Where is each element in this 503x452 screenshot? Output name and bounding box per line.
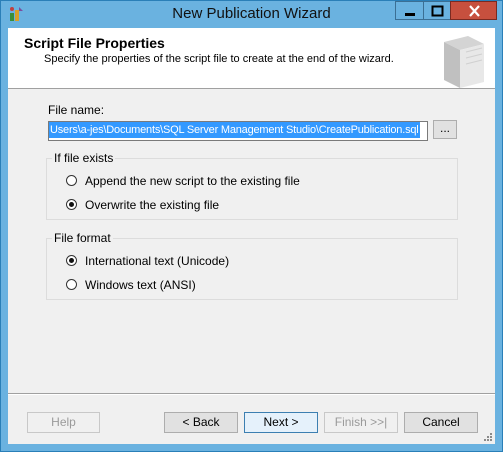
minimize-icon	[405, 13, 415, 16]
finish-button[interactable]: Finish >>|	[324, 412, 398, 433]
page-subtitle: Specify the properties of the script fil…	[44, 53, 394, 65]
back-button[interactable]: < Back	[164, 412, 238, 433]
ansi-radio-label[interactable]: Windows text (ANSI)	[85, 278, 196, 292]
cancel-button[interactable]: Cancel	[404, 412, 478, 433]
resize-grip-icon[interactable]	[483, 432, 493, 442]
wizard-window: New Publication Wizard Script File Prope…	[0, 0, 503, 452]
ansi-radio[interactable]	[66, 279, 77, 290]
book-icon	[444, 36, 484, 88]
maximize-button[interactable]	[423, 1, 450, 20]
file-format-legend: File format	[52, 231, 113, 245]
close-button[interactable]	[450, 1, 497, 20]
append-radio[interactable]	[66, 175, 77, 186]
help-button[interactable]: Help	[27, 412, 100, 433]
page-header: Script File Properties Specify the prope…	[8, 28, 495, 89]
file-name-value: Users\a-jes\Documents\SQL Server Managem…	[49, 122, 420, 138]
minimize-button[interactable]	[395, 1, 423, 20]
maximize-icon	[431, 5, 444, 17]
append-radio-label[interactable]: Append the new script to the existing fi…	[85, 174, 300, 188]
next-button[interactable]: Next >	[244, 412, 318, 433]
title-bar[interactable]: New Publication Wizard	[1, 1, 502, 27]
file-name-input[interactable]: Users\a-jes\Documents\SQL Server Managem…	[48, 121, 428, 141]
footer-separator	[8, 393, 495, 395]
file-name-label: File name:	[48, 103, 105, 117]
if-file-exists-legend: If file exists	[52, 151, 116, 165]
page-title: Script File Properties	[24, 35, 165, 51]
wizard-body: Script File Properties Specify the prope…	[8, 28, 495, 444]
overwrite-radio-label[interactable]: Overwrite the existing file	[85, 198, 219, 212]
browse-button[interactable]: ...	[433, 120, 457, 139]
unicode-radio[interactable]	[66, 255, 77, 266]
unicode-radio-label[interactable]: International text (Unicode)	[85, 254, 229, 268]
overwrite-radio[interactable]	[66, 199, 77, 210]
close-icon	[469, 5, 480, 17]
